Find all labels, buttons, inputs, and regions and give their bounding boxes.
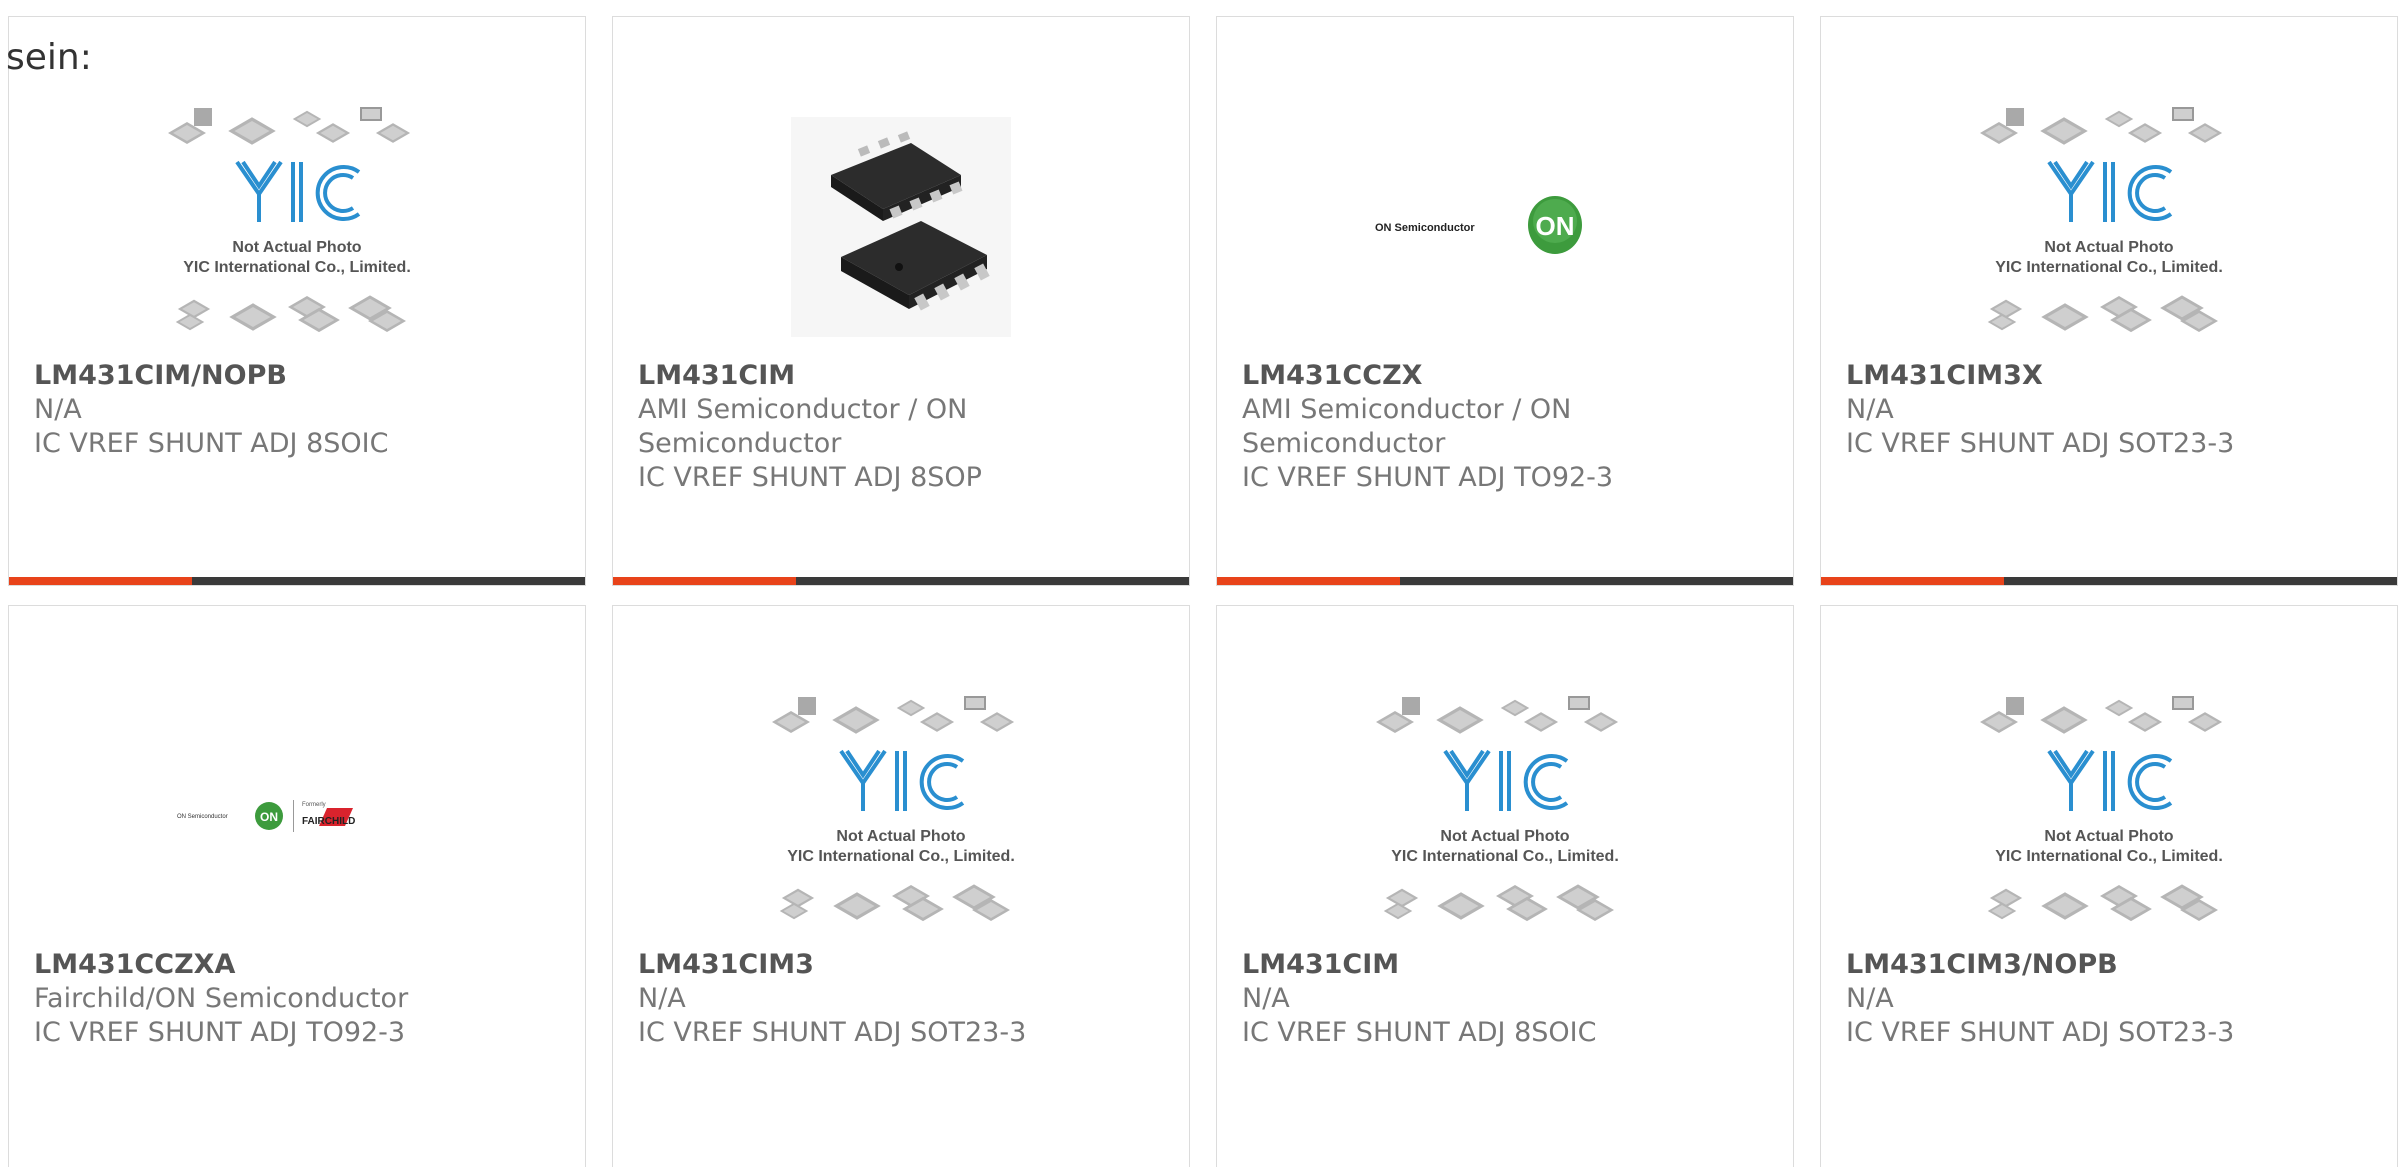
placeholder-line1: Not Actual Photo <box>2044 239 2173 256</box>
chip-tiles-bottom-icon <box>1383 884 1614 922</box>
part-number[interactable]: LM431CIM3X <box>1846 359 2377 393</box>
chip-tiles-bottom-icon <box>1987 884 2218 922</box>
manufacturer: AMI Semiconductor / ON Semiconductor <box>1242 394 1572 459</box>
yic-logo-icon <box>235 160 361 222</box>
placeholder-line2: YIC International Co., Limited. <box>787 848 1015 865</box>
product-info: LM431CIM/NOPB N/A IC VREF SHUNT ADJ 8SOI… <box>34 359 565 461</box>
yic-logo-icon <box>1443 749 1569 811</box>
yic-logo-icon <box>839 749 965 811</box>
manufacturer: N/A <box>1242 983 1290 1014</box>
product-card[interactable]: ON Semiconductor ON LM431CCZX AMI Semico… <box>1216 16 1794 586</box>
product-info: LM431CIM3X N/A IC VREF SHUNT ADJ SOT23-3 <box>1846 359 2377 461</box>
placeholder-line2: YIC International Co., Limited. <box>1995 259 2223 276</box>
chip-tiles-top-icon <box>1376 696 1619 734</box>
part-number[interactable]: LM431CCZXA <box>34 948 565 982</box>
part-number[interactable]: LM431CIM3 <box>638 948 1169 982</box>
svg-text:ON: ON <box>1536 211 1575 241</box>
part-number[interactable]: LM431CIM <box>1242 948 1773 982</box>
yic-placeholder-icon: Not Actual Photo YIC International Co., … <box>1217 686 1793 946</box>
chip-tiles-bottom-icon <box>175 295 406 333</box>
card-accent-bar <box>1217 577 1793 585</box>
product-info: LM431CIM N/A IC VREF SHUNT ADJ 8SOIC <box>1242 948 1773 1050</box>
chip-tiles-top-icon <box>1980 107 2223 145</box>
svg-text:FAIRCHILD: FAIRCHILD <box>302 816 355 827</box>
description: IC VREF SHUNT ADJ SOT23-3 <box>1846 1017 2235 1048</box>
placeholder-line1: Not Actual Photo <box>836 828 965 845</box>
on-wordmark: ON Semiconductor <box>177 814 228 820</box>
placeholder-line1: Not Actual Photo <box>232 239 361 256</box>
yic-placeholder-icon: Not Actual Photo YIC International Co., … <box>1821 97 2397 357</box>
product-card[interactable]: Not Actual Photo YIC International Co., … <box>1820 16 2398 586</box>
yic-placeholder-icon: Not Actual Photo YIC International Co., … <box>9 97 585 357</box>
description: IC VREF SHUNT ADJ TO92-3 <box>34 1017 406 1048</box>
manufacturer: N/A <box>34 394 82 425</box>
lead-text: sein: <box>6 37 92 78</box>
product-info: LM431CCZX AMI Semiconductor / ON Semicon… <box>1242 359 1773 495</box>
manufacturer: AMI Semiconductor / ON Semiconductor <box>638 394 968 459</box>
svg-text:Formerly: Formerly <box>302 802 326 808</box>
part-number[interactable]: LM431CIM <box>638 359 1169 393</box>
chip-tiles-bottom-icon <box>1987 295 2218 333</box>
fairchild-logo-icon: Formerly FAIRCHILD <box>302 802 355 827</box>
description: IC VREF SHUNT ADJ SOT23-3 <box>638 1017 1027 1048</box>
description: IC VREF SHUNT ADJ 8SOIC <box>1242 1017 1597 1048</box>
product-card[interactable]: Not Actual Photo YIC International Co., … <box>8 16 586 586</box>
soic-chip-photo <box>613 97 1189 357</box>
yic-placeholder-icon: Not Actual Photo YIC International Co., … <box>1821 686 2397 946</box>
description: IC VREF SHUNT ADJ SOT23-3 <box>1846 428 2235 459</box>
product-info: LM431CIM3 N/A IC VREF SHUNT ADJ SOT23-3 <box>638 948 1169 1050</box>
card-accent-bar <box>1821 577 2397 585</box>
fairchild-on-logo: ON Semiconductor ON Formerly FAIRCHILD <box>9 686 585 946</box>
card-accent-bar <box>9 577 585 585</box>
product-card[interactable]: Not Actual Photo YIC International Co., … <box>1820 605 2398 1167</box>
yic-logo-icon <box>2047 749 2173 811</box>
on-badge-icon: ON <box>1528 196 1582 254</box>
product-card[interactable]: ON Semiconductor ON Formerly FAIRCHILD L… <box>8 605 586 1167</box>
manufacturer: N/A <box>1846 983 1894 1014</box>
product-grid-page: sein: Not Actual Photo YIC International… <box>0 0 2400 1167</box>
manufacturer: N/A <box>1846 394 1894 425</box>
manufacturer: Fairchild/ON Semiconductor <box>34 983 409 1014</box>
product-info: LM431CIM AMI Semiconductor / ON Semicond… <box>638 359 1169 495</box>
chip-tiles-top-icon <box>1980 696 2223 734</box>
product-card[interactable]: LM431CIM AMI Semiconductor / ON Semicond… <box>612 16 1190 586</box>
svg-text:ON: ON <box>260 810 278 824</box>
placeholder-line2: YIC International Co., Limited. <box>183 259 411 276</box>
placeholder-line1: Not Actual Photo <box>2044 828 2173 845</box>
part-number[interactable]: LM431CIM/NOPB <box>34 359 565 393</box>
placeholder-line1: Not Actual Photo <box>1440 828 1569 845</box>
manufacturer: N/A <box>638 983 686 1014</box>
on-badge-icon: ON <box>255 802 283 830</box>
description: IC VREF SHUNT ADJ TO92-3 <box>1242 462 1614 493</box>
product-info: LM431CCZXA Fairchild/ON Semiconductor IC… <box>34 948 565 1050</box>
yic-logo-icon <box>2047 160 2173 222</box>
chip-tiles-top-icon <box>168 107 411 145</box>
product-info: LM431CIM3/NOPB N/A IC VREF SHUNT ADJ SOT… <box>1846 948 2377 1050</box>
part-number[interactable]: LM431CIM3/NOPB <box>1846 948 2377 982</box>
on-semiconductor-logo: ON Semiconductor ON <box>1217 97 1793 357</box>
product-card[interactable]: Not Actual Photo YIC International Co., … <box>1216 605 1794 1167</box>
placeholder-line2: YIC International Co., Limited. <box>1391 848 1619 865</box>
placeholder-line2: YIC International Co., Limited. <box>1995 848 2223 865</box>
chip-tiles-top-icon <box>772 696 1015 734</box>
description: IC VREF SHUNT ADJ 8SOP <box>638 462 982 493</box>
card-accent-bar <box>613 577 1189 585</box>
product-card[interactable]: Not Actual Photo YIC International Co., … <box>612 605 1190 1167</box>
part-number[interactable]: LM431CCZX <box>1242 359 1773 393</box>
chip-tiles-bottom-icon <box>779 884 1010 922</box>
yic-placeholder-icon: Not Actual Photo YIC International Co., … <box>613 686 1189 946</box>
on-wordmark: ON Semiconductor <box>1375 222 1475 234</box>
description: IC VREF SHUNT ADJ 8SOIC <box>34 428 389 459</box>
